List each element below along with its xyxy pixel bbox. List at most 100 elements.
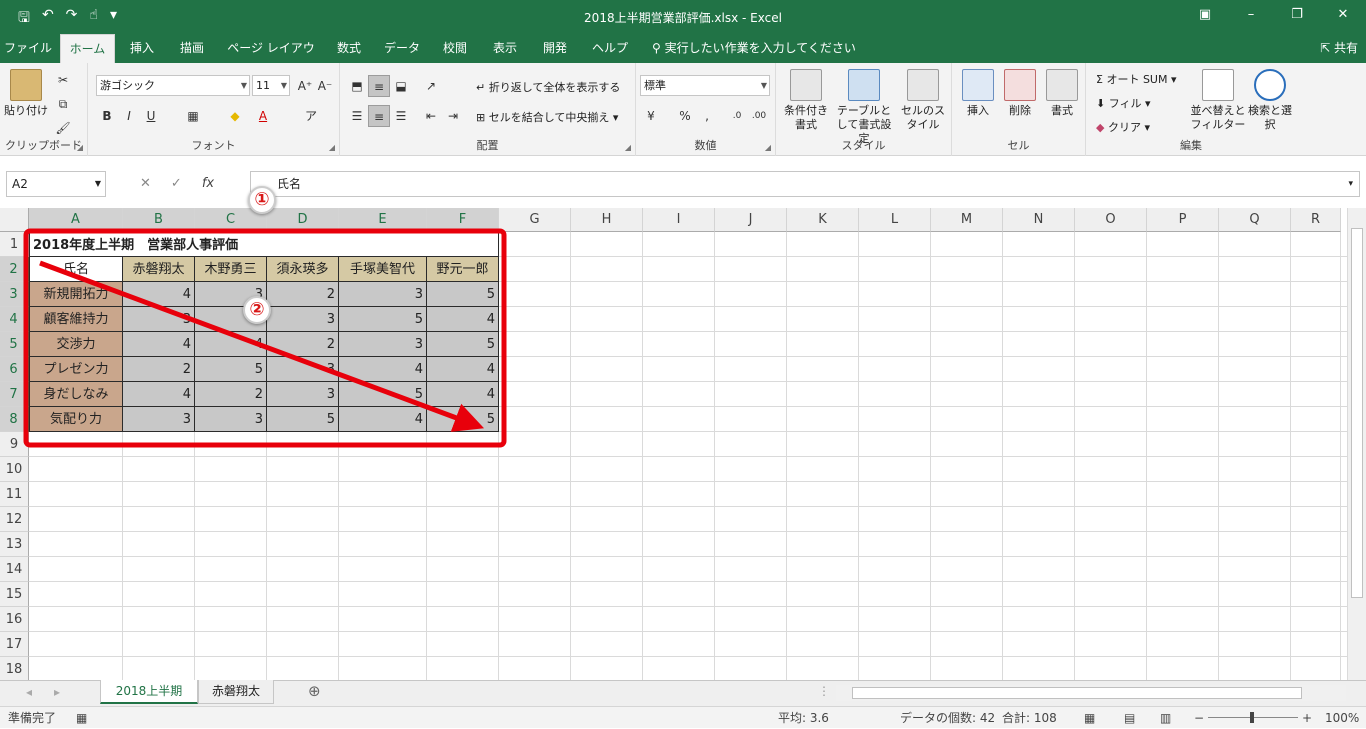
score-cell[interactable]: 4 [339, 357, 427, 382]
prev-sheet-icon[interactable]: ◂ [26, 685, 32, 699]
tab-data[interactable]: データ [378, 34, 426, 63]
score-cell[interactable]: 3 [339, 282, 427, 307]
increase-decimal-icon[interactable]: .0 [726, 105, 748, 127]
column-header-n[interactable]: N [1003, 208, 1075, 232]
row-header-11[interactable]: 11 [0, 482, 29, 507]
merge-center-button[interactable]: ⊞ セルを結合して中央揃え ▾ [476, 109, 618, 125]
score-cell[interactable]: 3 [267, 382, 339, 407]
horizontal-scrollbar[interactable] [836, 685, 1346, 701]
format-cells-button[interactable]: 書式 [1042, 69, 1082, 118]
score-cell[interactable]: 4 [123, 282, 195, 307]
wrap-text-button[interactable]: ↵ 折り返して全体を表示する [476, 79, 620, 95]
enter-icon[interactable]: ✓ [171, 176, 182, 191]
paste-button[interactable]: 貼り付け [4, 69, 48, 118]
next-sheet-icon[interactable]: ▸ [54, 685, 60, 699]
tab-help[interactable]: ヘルプ [584, 34, 636, 63]
minimize-button[interactable]: – [1228, 0, 1274, 30]
scroll-thumb[interactable] [1351, 228, 1363, 598]
column-header-q[interactable]: Q [1219, 208, 1291, 232]
tab-home[interactable]: ホーム [60, 34, 115, 63]
column-header-p[interactable]: P [1147, 208, 1219, 232]
row-label-cell[interactable]: 新規開拓力 [29, 282, 123, 307]
sort-filter-button[interactable]: 並べ替えとフィルター [1190, 69, 1246, 132]
sheet-tab-2018[interactable]: 2018上半期 [100, 680, 198, 704]
insert-cells-button[interactable]: 挿入 [958, 69, 998, 118]
select-all-corner[interactable] [0, 208, 29, 232]
row-header-15[interactable]: 15 [0, 582, 29, 607]
row-header-3[interactable]: 3 [0, 282, 29, 307]
tab-review[interactable]: 校閲 [434, 34, 476, 63]
cut-icon[interactable]: ✂ [52, 69, 74, 91]
ribbon-display-icon[interactable]: ▣ [1182, 0, 1228, 30]
row-header-9[interactable]: 9 [0, 432, 29, 457]
column-header-m[interactable]: M [931, 208, 1003, 232]
column-header-j[interactable]: J [715, 208, 787, 232]
formula-input[interactable]: 氏名 ▾ [250, 171, 1360, 197]
page-break-view-icon[interactable]: ▥ [1160, 707, 1171, 729]
column-header-b[interactable]: B [123, 208, 195, 232]
row-header-4[interactable]: 4 [0, 307, 29, 332]
bold-icon[interactable]: B [96, 105, 118, 127]
header-cell[interactable]: 野元一郎 [427, 257, 499, 282]
row-label-cell[interactable]: 気配り力 [29, 407, 123, 432]
zoom-slider-thumb[interactable] [1250, 712, 1254, 723]
row-header-17[interactable]: 17 [0, 632, 29, 657]
column-header-e[interactable]: E [339, 208, 427, 232]
tab-page-layout[interactable]: ページ レイアウト [222, 34, 320, 84]
copy-icon[interactable]: ⧉ [52, 93, 74, 115]
currency-icon[interactable]: ¥ [640, 105, 662, 127]
font-color-icon[interactable]: A [252, 105, 274, 127]
row-header-7[interactable]: 7 [0, 382, 29, 407]
align-bottom-icon[interactable]: ⬓ [390, 75, 412, 97]
row-label-cell[interactable]: 身だしなみ [29, 382, 123, 407]
tab-view[interactable]: 表示 [484, 34, 526, 63]
column-header-i[interactable]: I [643, 208, 715, 232]
clear-button[interactable]: ◆ クリア ▾ [1096, 119, 1150, 135]
shrink-font-icon[interactable]: A⁻ [314, 75, 336, 97]
row-label-cell[interactable]: プレゼン力 [29, 357, 123, 382]
find-select-button[interactable]: 検索と選択 [1248, 69, 1292, 132]
score-cell[interactable]: 5 [267, 407, 339, 432]
sheet-tab-akaiwa[interactable]: 赤磐翔太 [198, 680, 274, 704]
score-cell[interactable]: 4 [427, 382, 499, 407]
fill-button[interactable]: ⬇ フィル ▾ [1096, 95, 1151, 111]
header-cell[interactable]: 氏名 [29, 257, 123, 282]
dialog-launcher-icon[interactable]: ◢ [329, 143, 335, 152]
share-button[interactable]: ⇱ 共有 [1320, 34, 1358, 63]
delete-cells-button[interactable]: 削除 [1000, 69, 1040, 118]
column-header-d[interactable]: D [267, 208, 339, 232]
add-sheet-icon[interactable]: ⊕ [308, 682, 321, 700]
italic-icon[interactable]: I [118, 105, 140, 127]
score-cell[interactable]: 5 [339, 307, 427, 332]
row-header-10[interactable]: 10 [0, 457, 29, 482]
score-cell[interactable]: 2 [123, 357, 195, 382]
row-header-13[interactable]: 13 [0, 532, 29, 557]
score-cell[interactable]: 4 [195, 332, 267, 357]
score-cell[interactable]: 5 [427, 282, 499, 307]
score-cell[interactable]: 4 [339, 407, 427, 432]
sheet-title-cell[interactable]: 2018年度上半期 営業部人事評価 [29, 232, 499, 257]
align-right-icon[interactable]: ☰ [390, 105, 412, 127]
vertical-scrollbar[interactable] [1347, 208, 1366, 680]
zoom-in-icon[interactable]: + [1302, 707, 1312, 729]
row-header-5[interactable]: 5 [0, 332, 29, 357]
row-label-cell[interactable]: 顧客維持力 [29, 307, 123, 332]
number-format-select[interactable]: 標準 ▼ [640, 75, 770, 96]
score-cell[interactable]: 3 [123, 407, 195, 432]
normal-view-icon[interactable]: ▦ [1084, 707, 1095, 729]
percent-icon[interactable]: % [674, 105, 696, 127]
format-painter-icon[interactable]: 🖌 [52, 117, 74, 139]
header-cell[interactable]: 木野勇三 [195, 257, 267, 282]
phonetic-icon[interactable]: ア [300, 105, 322, 127]
tab-file[interactable]: ファイル [0, 34, 56, 63]
scroll-thumb[interactable] [852, 687, 1302, 699]
column-header-l[interactable]: L [859, 208, 931, 232]
tab-insert[interactable]: 挿入 [120, 34, 164, 63]
score-cell[interactable]: 5 [427, 332, 499, 357]
column-header-r[interactable]: R [1291, 208, 1341, 232]
dialog-launcher-icon[interactable]: ◢ [765, 143, 771, 152]
spreadsheet-grid[interactable]: ABCDEFGHIJKLMNOPQR 1 2 3 4 5 6 7 8 9 10 11 12 13 14 15… [0, 186, 1366, 682]
conditional-format-button[interactable]: 条件付き書式 [780, 69, 832, 132]
score-cell[interactable]: 5 [195, 357, 267, 382]
score-cell[interactable]: 4 [427, 307, 499, 332]
